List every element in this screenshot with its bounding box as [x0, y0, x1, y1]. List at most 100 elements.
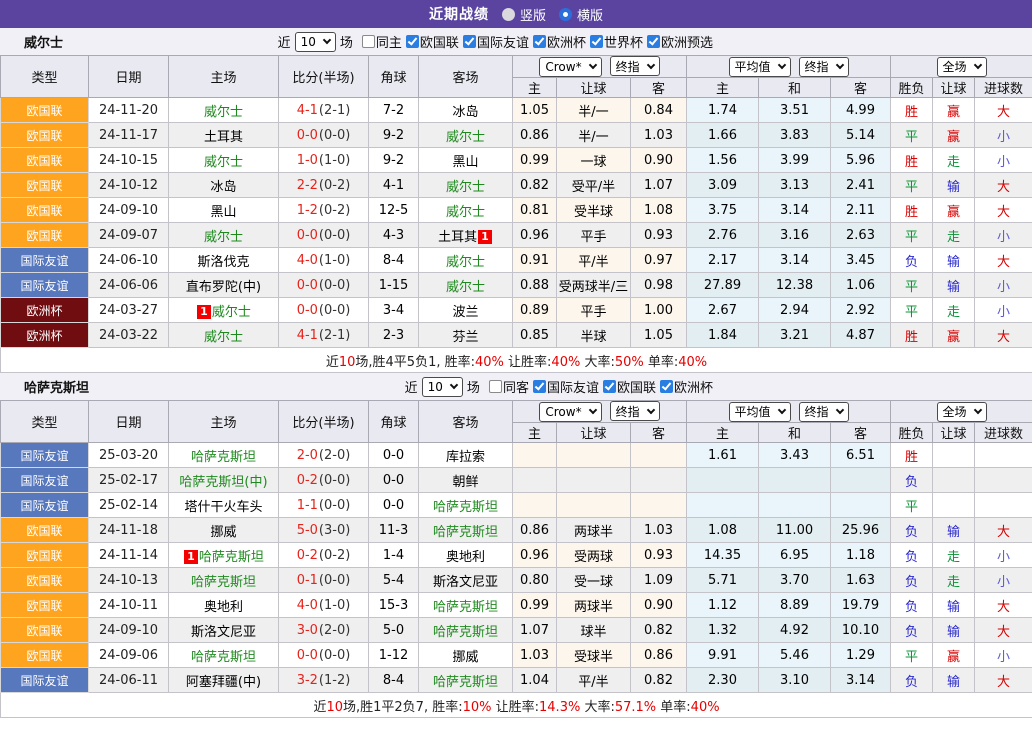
summary-segment: 10 — [339, 355, 356, 370]
league-checkbox[interactable] — [406, 35, 419, 48]
league-checkbox[interactable] — [463, 35, 476, 48]
team-name: 塔什干火车头 — [184, 500, 262, 515]
league-checkbox[interactable] — [533, 380, 546, 393]
column-header: 让球 — [933, 78, 975, 98]
league-checkbox[interactable] — [590, 35, 603, 48]
summary-row: 近10场,胜4平5负1, 胜率:40% 让胜率:40% 大率:50% 单率:40… — [1, 348, 1032, 373]
league-checkbox[interactable] — [533, 35, 546, 48]
score-cell: 2-0(2-0) — [279, 443, 369, 468]
home-team-cell: 威尔士 — [169, 148, 279, 173]
match-row: 欧国联24-10-13哈萨克斯坦0-1(0-0)5-4斯洛文尼亚0.80受一球1… — [1, 568, 1032, 593]
average-odds: 4.92 — [759, 618, 831, 643]
match-date: 24-09-10 — [89, 198, 169, 223]
home-team-cell: 斯洛文尼亚 — [169, 618, 279, 643]
scope-select[interactable]: 全场 — [937, 402, 987, 422]
handicap-odds: 0.93 — [631, 543, 687, 568]
corners: 8-4 — [369, 668, 419, 693]
result-flag: 赢 — [933, 98, 975, 123]
handicap-odds: 0.84 — [631, 98, 687, 123]
match-row: 欧国联24-09-06哈萨克斯坦0-0(0-0)1-12挪威1.03受球半0.8… — [1, 643, 1032, 668]
result-flag — [933, 443, 975, 468]
average-select[interactable]: 平均值 — [729, 402, 791, 422]
average-odds: 2.41 — [831, 173, 891, 198]
filter-controls: 近10场同主欧国联国际友谊欧洲杯世界杯欧洲预选 — [278, 28, 713, 55]
chevron-down-icon — [588, 406, 596, 414]
same-venue-checkbox[interactable] — [489, 380, 502, 393]
odds-company-select[interactable]: Crow* — [539, 57, 601, 77]
final-odds-select[interactable]: 终指 — [610, 56, 660, 76]
league-checkbox[interactable] — [647, 35, 660, 48]
chevron-down-icon — [646, 61, 654, 69]
team-name: 直布罗陀(中) — [186, 280, 261, 295]
summary-segment: 让胜率: — [504, 355, 552, 370]
halftime-score: (1-2) — [319, 673, 350, 688]
summary-segment: 40% — [678, 355, 707, 370]
result-flag — [975, 468, 1032, 493]
odds-company-select[interactable]: Crow* — [539, 402, 601, 422]
match-row: 欧国联24-10-12冰岛2-2(0-2)4-1威尔士0.82受平/半1.073… — [1, 173, 1032, 198]
halftime-score: (0-2) — [319, 203, 350, 218]
final-odds-select[interactable]: 终指 — [799, 57, 849, 77]
recent-count-select[interactable]: 10 — [295, 32, 336, 52]
average-select[interactable]: 平均值 — [729, 57, 791, 77]
result-flag: 小 — [975, 298, 1032, 323]
same-venue-checkbox[interactable] — [362, 35, 375, 48]
average-odds: 3.83 — [759, 123, 831, 148]
halftime-score: (2-0) — [319, 623, 350, 638]
result-flag: 大 — [975, 198, 1032, 223]
header-group: Crow* 终指 — [513, 401, 687, 423]
home-team-cell: 挪威 — [169, 518, 279, 543]
summary-row: 近10场,胜1平2负7, 胜率:10% 让胜率:14.3% 大率:57.1% 单… — [1, 693, 1032, 718]
fulltime-score: 4-0 — [297, 253, 318, 268]
column-header: 主 — [513, 423, 557, 443]
average-odds: 1.84 — [687, 323, 759, 348]
average-odds: 2.11 — [831, 198, 891, 223]
column-header: 日期 — [89, 401, 169, 443]
result-flag: 大 — [975, 618, 1032, 643]
average-odds: 5.14 — [831, 123, 891, 148]
radio-selected-icon[interactable] — [559, 8, 572, 21]
average-odds: 6.95 — [759, 543, 831, 568]
average-odds: 5.96 — [831, 148, 891, 173]
result-flag: 平 — [891, 643, 933, 668]
league-checkbox[interactable] — [603, 380, 616, 393]
handicap-odds: 0.82 — [631, 618, 687, 643]
view-option-vertical[interactable]: 竖版 — [502, 5, 546, 24]
final-odds-select[interactable]: 终指 — [799, 402, 849, 422]
select-value: 终指 — [805, 58, 829, 75]
view-option-horizontal[interactable]: 横版 — [559, 5, 603, 24]
result-flag: 平 — [891, 298, 933, 323]
handicap-odds: 0.98 — [631, 273, 687, 298]
chevron-down-icon — [835, 61, 843, 69]
handicap-odds: 1.03 — [513, 643, 557, 668]
score-cell: 0-2(0-2) — [279, 543, 369, 568]
fulltime-score: 0-2 — [297, 548, 318, 563]
handicap-odds: 0.90 — [631, 148, 687, 173]
away-team-cell: 冰岛 — [419, 98, 513, 123]
team-name: 奥地利 — [446, 550, 485, 565]
team-name: 威尔士 — [204, 230, 243, 245]
fulltime-score: 1-2 — [297, 203, 318, 218]
handicap-odds: 受平/半 — [557, 173, 631, 198]
fulltime-score: 1-1 — [297, 498, 318, 513]
recent-count-select[interactable]: 10 — [422, 377, 463, 397]
team-name: 哈萨克斯坦 — [433, 500, 498, 515]
radio-icon[interactable] — [502, 8, 515, 21]
summary-segment: 14.3% — [539, 700, 580, 715]
away-team-cell: 斯洛文尼亚 — [419, 568, 513, 593]
handicap-odds: 0.90 — [631, 593, 687, 618]
column-header: 客 — [831, 78, 891, 98]
result-flag: 大 — [975, 248, 1032, 273]
league-checkbox[interactable] — [660, 380, 673, 393]
column-header: 主 — [687, 78, 759, 98]
score-cell: 0-2(0-0) — [279, 468, 369, 493]
average-odds: 2.63 — [831, 223, 891, 248]
final-odds-select[interactable]: 终指 — [610, 401, 660, 421]
result-flag: 赢 — [933, 198, 975, 223]
result-flag: 平 — [891, 173, 933, 198]
result-flag: 小 — [975, 568, 1032, 593]
average-odds — [687, 468, 759, 493]
handicap-odds — [513, 468, 557, 493]
scope-select[interactable]: 全场 — [937, 57, 987, 77]
league-label: 国际友谊 — [477, 32, 529, 51]
